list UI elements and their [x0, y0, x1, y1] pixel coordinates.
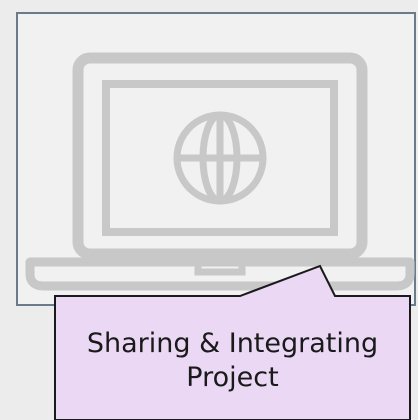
slide-canvas: Sharing & Integrating Project: [0, 0, 418, 420]
callout-label: Sharing & Integrating Project: [86, 328, 379, 393]
